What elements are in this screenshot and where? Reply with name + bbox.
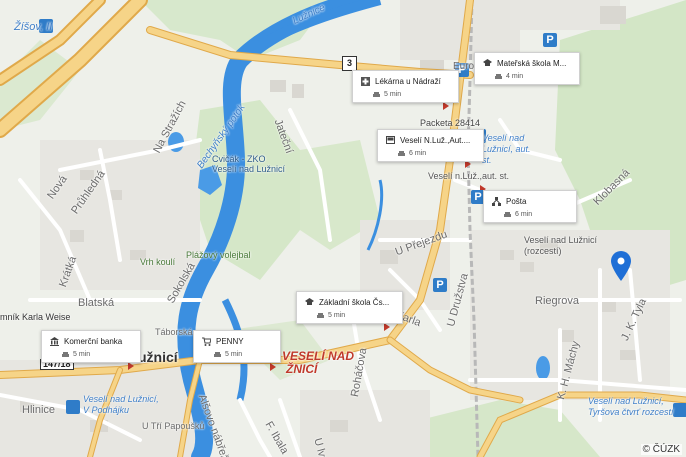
poi-time: 5 min [328, 312, 346, 319]
road-shield: 3 [342, 56, 357, 71]
poi-time: 5 min [384, 91, 402, 98]
street-label: Blatská [78, 297, 115, 309]
town-label: ŽNICÍ [286, 362, 318, 376]
street-label: Táborská [155, 327, 193, 337]
poi-time: 6 min [515, 211, 533, 218]
place-label: Žíšov, II [14, 21, 53, 33]
poi-card[interactable]: Mateřská škola M... 4 min [474, 52, 580, 85]
poi-time: 5 min [73, 351, 91, 358]
place-label: Plážový volejbal [186, 250, 251, 260]
poi-card[interactable]: PENNY 5 min [193, 330, 281, 363]
shop-icon [202, 337, 212, 346]
car-icon [373, 91, 380, 98]
poi-card[interactable]: Lékárna u Nádraží 5 min [352, 70, 459, 103]
stop-label: Veselí n.Luž.,aut. st. [428, 171, 510, 181]
poi-card[interactable]: Veselí N.Luž.,Aut.... 6 min [377, 129, 484, 162]
pharmacy-icon [361, 77, 370, 86]
poi-time: 5 min [225, 351, 243, 358]
map-canvas[interactable]: 3 147/18 P P P P Lužnice Na Stražích Jat… [0, 0, 686, 457]
poi-time: 6 min [409, 150, 427, 157]
location-pin-icon[interactable] [610, 250, 632, 282]
car-icon [495, 73, 502, 80]
town-label: VESELÍ NAD [282, 349, 355, 363]
bus-stop-icon[interactable] [66, 400, 80, 414]
place-label: mník Karla Weise [0, 312, 71, 322]
car-icon [317, 312, 324, 319]
poi-name: PENNY [216, 337, 244, 346]
street-label: Riegrova [535, 295, 580, 307]
poi-name: Základní škola Čs... [319, 298, 390, 307]
car-icon [398, 150, 405, 157]
post-icon [492, 197, 501, 206]
place-label: Cvičák - ZKO Veselí nad Lužnicí [212, 154, 286, 175]
stop-label: Veselí nad Lužnicí, V Podhájku [83, 394, 159, 415]
poi-time: 4 min [506, 73, 524, 80]
poi-name: Komerční banka [64, 337, 123, 346]
poi-name: Lékárna u Nádraží [375, 77, 441, 86]
copyright: © ČÚZK [640, 444, 682, 455]
car-icon [504, 211, 511, 218]
car-icon [62, 351, 69, 358]
school-icon [483, 59, 492, 68]
school-icon [305, 298, 314, 307]
poi-card[interactable]: Komerční banka 5 min [41, 330, 141, 363]
stop-label: Veselí nad Lužnicí, aut. st. [482, 133, 531, 165]
parking-icon[interactable]: P [433, 278, 447, 292]
street-label: Hlinice [22, 404, 56, 416]
car-icon [214, 351, 221, 358]
poi-name: Veselí N.Luž.,Aut.... [400, 136, 471, 145]
stop-label: Veselí nad Lužnicí (rozcestí) [524, 235, 598, 256]
bus-icon [386, 136, 395, 145]
place-label: Packeta 28414 [420, 118, 481, 128]
poi-name: Pošta [506, 197, 527, 206]
poi-name: Mateřská škola M... [497, 59, 567, 68]
poi-card[interactable]: Pošta 6 min [483, 190, 577, 223]
poi-card[interactable]: Základní škola Čs... 5 min [296, 291, 403, 324]
place-label: Vrh koulí [140, 257, 176, 267]
bank-icon [50, 337, 59, 346]
stop-label: Veselí nad Lužnicí, Tyršova čtvrť rozces… [588, 396, 674, 417]
parking-icon[interactable]: P [543, 33, 557, 47]
street-label: U Tří Papoušků [142, 421, 205, 431]
